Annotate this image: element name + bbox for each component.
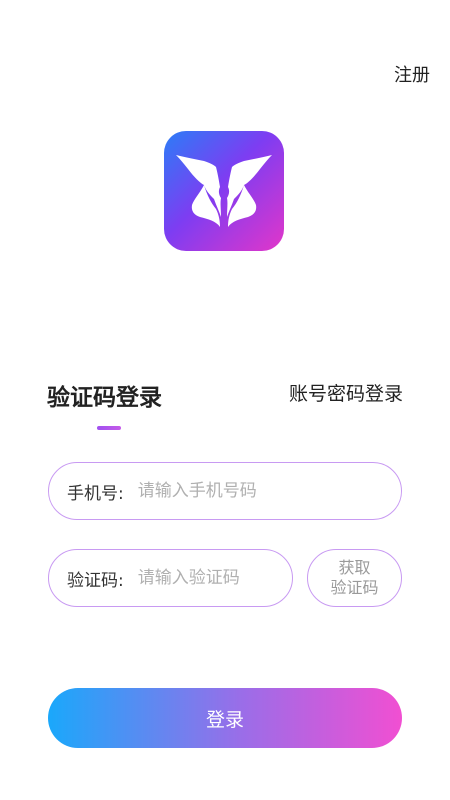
get-code-button[interactable]: 获取 验证码 (307, 549, 402, 607)
tab-password-login[interactable]: 账号密码登录 (289, 379, 403, 406)
code-label: 验证码: (67, 570, 124, 591)
get-code-label-line2: 验证码 (330, 578, 379, 597)
app-logo (164, 131, 284, 251)
phone-input[interactable] (137, 481, 318, 501)
code-input[interactable] (137, 568, 278, 588)
phone-field[interactable]: 手机号: (48, 462, 402, 520)
butterfly-logo-icon (176, 155, 272, 227)
phone-label: 手机号: (67, 483, 124, 504)
active-tab-indicator (97, 426, 121, 430)
tab-sms-login[interactable]: 验证码登录 (47, 378, 162, 412)
code-field[interactable]: 验证码: (48, 549, 293, 607)
login-button-label: 登录 (205, 708, 244, 731)
register-link[interactable]: 注册 (394, 61, 430, 87)
get-code-label-line1: 获取 (338, 558, 371, 577)
login-button[interactable]: 登录 (48, 688, 402, 748)
